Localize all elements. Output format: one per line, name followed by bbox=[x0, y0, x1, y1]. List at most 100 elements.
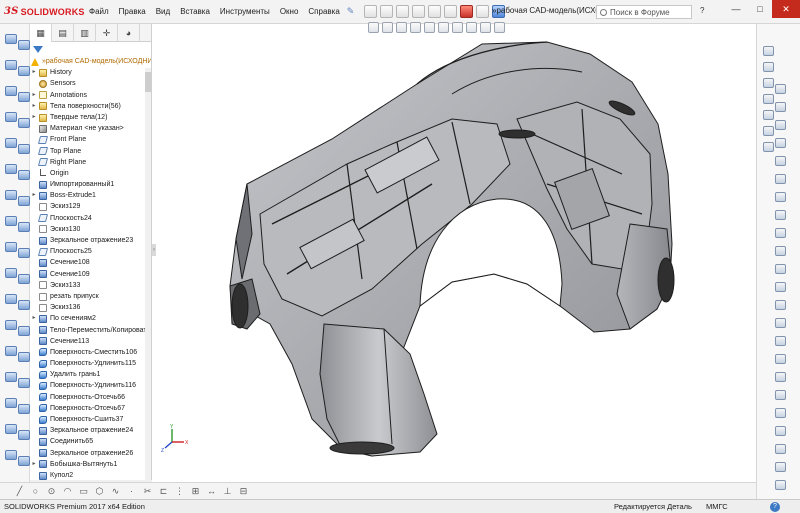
tree-item[interactable]: Удалить грань1 bbox=[30, 369, 151, 380]
expand-arrow-icon[interactable]: ▸ bbox=[30, 190, 38, 201]
cad-part-model[interactable] bbox=[229, 41, 675, 457]
display-style-icon[interactable] bbox=[438, 22, 449, 33]
spline-tool-icon[interactable]: ∿ bbox=[110, 486, 121, 497]
menu-item-0[interactable]: Файл bbox=[84, 7, 114, 16]
tree-item[interactable]: Поверхность-Сместить106 bbox=[30, 347, 151, 358]
tree-filter[interactable] bbox=[30, 42, 151, 56]
tree-item[interactable]: Сечение113 bbox=[30, 336, 151, 347]
previous-view-icon[interactable] bbox=[396, 22, 407, 33]
rectangle-tool-icon[interactable]: ▭ bbox=[78, 486, 89, 497]
tree-item[interactable]: ▸ Тела поверхности(56) bbox=[30, 101, 151, 112]
tab-dimxpert[interactable]: ✛ bbox=[96, 24, 118, 42]
tool-button-icon[interactable] bbox=[775, 174, 786, 184]
tree-item[interactable]: Front Plane bbox=[30, 134, 151, 145]
tree-item[interactable]: Плоскость25 bbox=[30, 246, 151, 257]
command-button-icon[interactable] bbox=[18, 326, 30, 336]
undo-icon[interactable] bbox=[428, 5, 442, 18]
pattern-tool-icon[interactable]: ⊞ bbox=[190, 486, 201, 497]
panel-collapse-grip[interactable]: › bbox=[152, 244, 156, 256]
model-viewport[interactable]: Y X Z bbox=[152, 24, 756, 482]
command-button-icon[interactable] bbox=[18, 144, 30, 154]
command-button-icon[interactable] bbox=[18, 274, 30, 284]
open-document-icon[interactable] bbox=[380, 5, 394, 18]
task-pane-tab-icon[interactable] bbox=[763, 62, 774, 72]
command-button-icon[interactable] bbox=[5, 372, 17, 382]
trim-tool-icon[interactable]: ✂ bbox=[142, 486, 153, 497]
tool-button-icon[interactable] bbox=[775, 480, 786, 490]
command-button-icon[interactable] bbox=[5, 164, 17, 174]
tree-item[interactable]: ▸ По сечениям2 bbox=[30, 313, 151, 324]
tree-item[interactable]: Поверхность-Отсечь67 bbox=[30, 403, 151, 414]
center-circle-icon[interactable]: ⊙ bbox=[46, 486, 57, 497]
graphics-area[interactable]: Y X Z bbox=[152, 24, 756, 482]
tree-item[interactable]: Зеркальное отражение23 bbox=[30, 235, 151, 246]
tool-button-icon[interactable] bbox=[775, 336, 786, 346]
tool-button-icon[interactable] bbox=[775, 390, 786, 400]
tool-button-icon[interactable] bbox=[775, 210, 786, 220]
point-tool-icon[interactable]: · bbox=[126, 486, 137, 497]
tree-item[interactable]: резать припуск bbox=[30, 291, 151, 302]
tree-item[interactable]: Купол2 bbox=[30, 470, 151, 480]
tree-root[interactable]: »рабочая CAD-модель(ИСХОДНИК) bbox=[30, 56, 151, 67]
file-properties-icon[interactable] bbox=[476, 5, 490, 18]
command-button-icon[interactable] bbox=[18, 404, 30, 414]
rebuild-icon[interactable] bbox=[460, 5, 474, 18]
zoom-to-area-icon[interactable] bbox=[382, 22, 393, 33]
mirror-tool-icon[interactable]: ⋮ bbox=[174, 486, 185, 497]
tool-button-icon[interactable] bbox=[775, 228, 786, 238]
tool-button-icon[interactable] bbox=[775, 156, 786, 166]
tree-item[interactable]: Поверхность-Отсечь66 bbox=[30, 392, 151, 403]
tab-display-manager[interactable]: ◕ bbox=[118, 24, 140, 42]
tab-feature-manager[interactable]: ▦ bbox=[30, 24, 52, 42]
unit-system-selector[interactable]: MMГС bbox=[706, 500, 728, 513]
expand-arrow-icon[interactable]: ▸ bbox=[30, 313, 38, 324]
hide-show-items-icon[interactable] bbox=[452, 22, 463, 33]
tab-configuration-manager[interactable]: ▥ bbox=[74, 24, 96, 42]
task-pane-tab-icon[interactable] bbox=[763, 142, 774, 152]
tree-item[interactable]: Эскиз130 bbox=[30, 224, 151, 235]
tool-button-icon[interactable] bbox=[775, 246, 786, 256]
command-button-icon[interactable] bbox=[5, 450, 17, 460]
command-button-icon[interactable] bbox=[5, 346, 17, 356]
tree-item[interactable]: Эскиз136 bbox=[30, 302, 151, 313]
tree-vertical-scrollbar[interactable] bbox=[145, 68, 151, 480]
tree-item[interactable]: Зеркальное отражение26 bbox=[30, 448, 151, 459]
tree-item[interactable]: Sensors bbox=[30, 78, 151, 89]
arc-tool-icon[interactable]: ◠ bbox=[62, 486, 73, 497]
command-button-icon[interactable] bbox=[18, 352, 30, 362]
tool-button-icon[interactable] bbox=[775, 138, 786, 148]
command-button-icon[interactable] bbox=[5, 268, 17, 278]
tool-button-icon[interactable] bbox=[775, 300, 786, 310]
command-button-icon[interactable] bbox=[5, 424, 17, 434]
polygon-tool-icon[interactable]: ⬡ bbox=[94, 486, 105, 497]
tool-button-icon[interactable] bbox=[775, 318, 786, 328]
tool-button-icon[interactable] bbox=[775, 264, 786, 274]
save-icon[interactable] bbox=[396, 5, 410, 18]
tree-item[interactable]: Тело-Переместить/Копировать1 bbox=[30, 325, 151, 336]
tree-item[interactable]: ▸ Boss-Extrude1 bbox=[30, 190, 151, 201]
command-button-icon[interactable] bbox=[5, 242, 17, 252]
expand-arrow-icon[interactable]: ▸ bbox=[30, 90, 38, 101]
edit-appearance-icon[interactable] bbox=[466, 22, 477, 33]
command-button-icon[interactable] bbox=[18, 170, 30, 180]
tree-item[interactable]: Материал <не указан> bbox=[30, 123, 151, 134]
command-button-icon[interactable] bbox=[5, 112, 17, 122]
apply-scene-icon[interactable] bbox=[480, 22, 491, 33]
command-button-icon[interactable] bbox=[5, 34, 17, 44]
expand-arrow-icon[interactable]: ▸ bbox=[30, 112, 38, 123]
menu-item-6[interactable]: Справка bbox=[303, 7, 344, 16]
offset-tool-icon[interactable]: ⊏ bbox=[158, 486, 169, 497]
tree-item[interactable]: Сечение108 bbox=[30, 257, 151, 268]
tree-item[interactable]: ▸ History bbox=[30, 67, 151, 78]
tool-button-icon[interactable] bbox=[775, 408, 786, 418]
tool-button-icon[interactable] bbox=[775, 282, 786, 292]
tree-item[interactable]: ▸ Бобышка-Вытянуть1 bbox=[30, 459, 151, 470]
command-button-icon[interactable] bbox=[5, 294, 17, 304]
command-button-icon[interactable] bbox=[5, 86, 17, 96]
tree-item[interactable]: Origin bbox=[30, 168, 151, 179]
tree-item[interactable]: Плоскость24 bbox=[30, 213, 151, 224]
minimize-button[interactable]: — bbox=[724, 0, 748, 18]
command-button-icon[interactable] bbox=[18, 92, 30, 102]
pin-menu-icon[interactable]: ✎ bbox=[347, 6, 355, 17]
command-button-icon[interactable] bbox=[5, 138, 17, 148]
